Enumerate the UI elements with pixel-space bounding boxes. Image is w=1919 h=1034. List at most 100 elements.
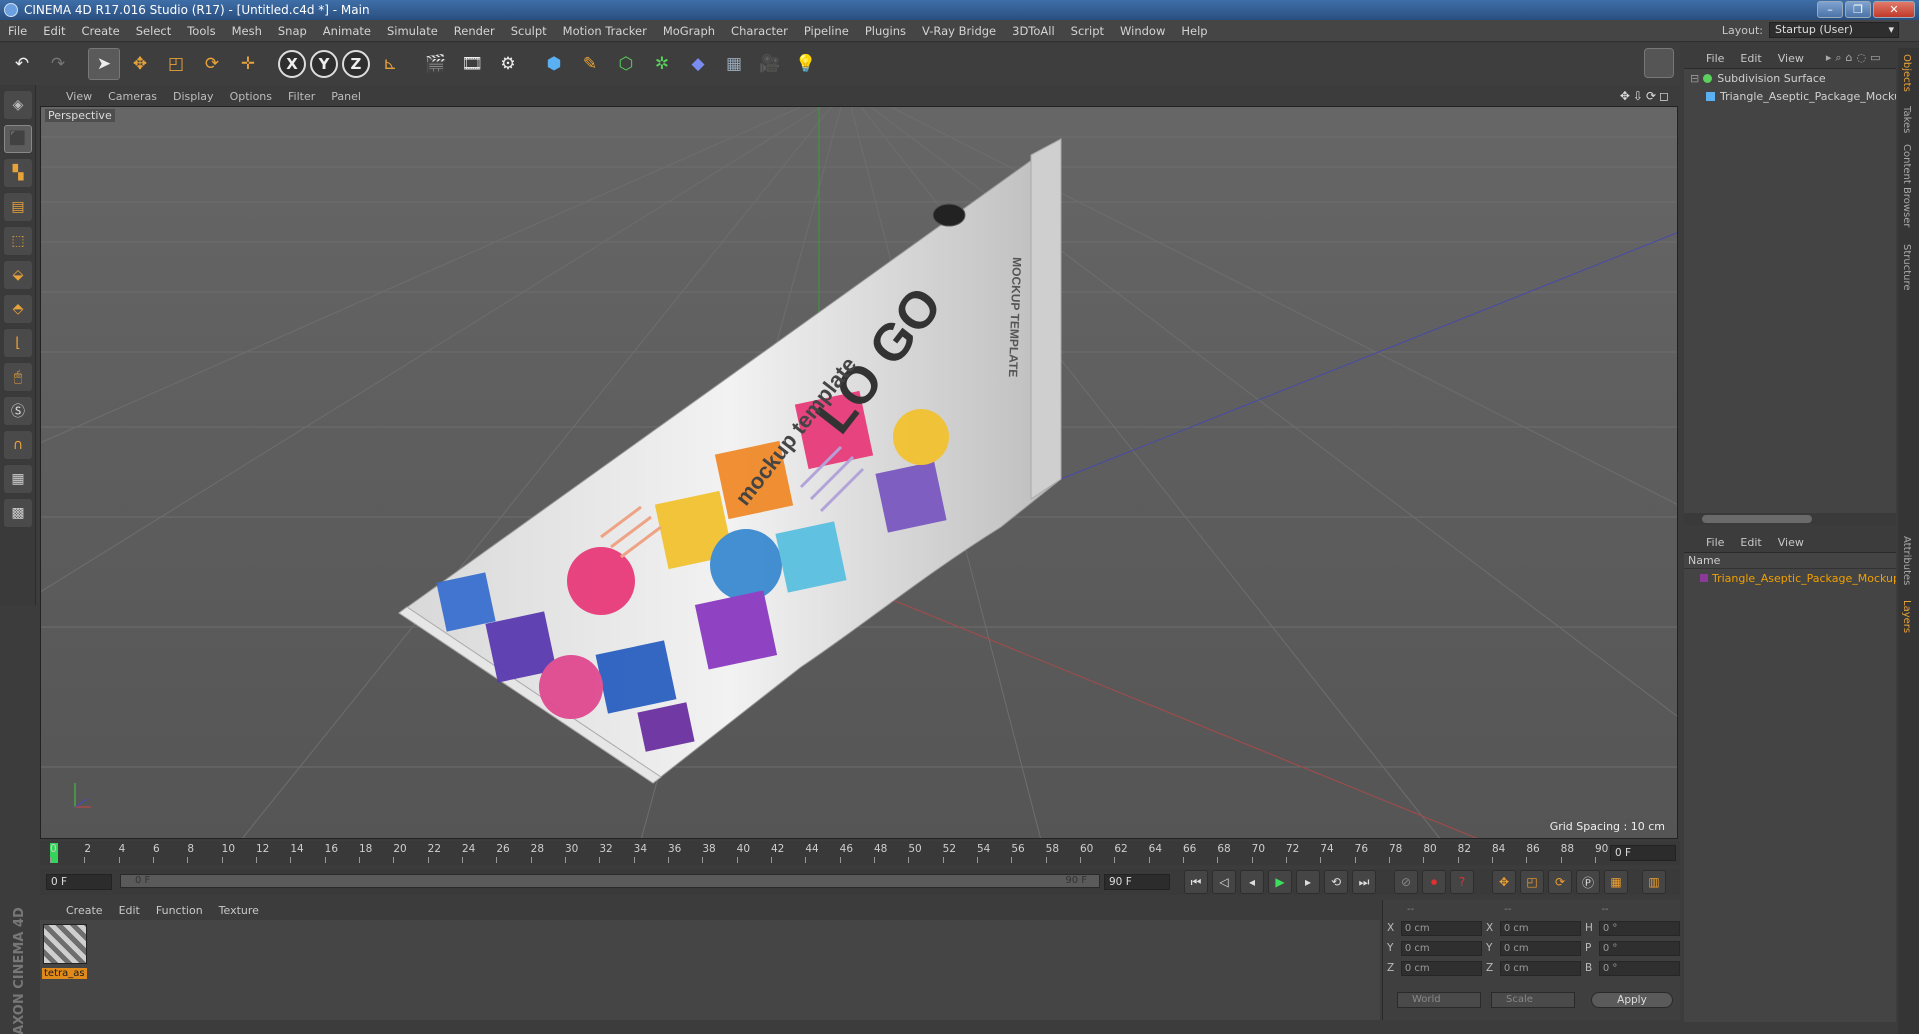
play-icon[interactable]: ▶ (1268, 870, 1292, 894)
render-picture-viewer-icon[interactable]: 🎞 (456, 48, 488, 80)
viewport-menu-display[interactable]: Display (165, 90, 222, 103)
menu-edit[interactable]: Edit (35, 24, 73, 38)
viewport-menu-cameras[interactable]: Cameras (100, 90, 165, 103)
layers-menu-edit[interactable]: Edit (1732, 536, 1769, 549)
key-pla-icon[interactable]: ▦ (1604, 870, 1628, 894)
rot-p-field[interactable]: 0 ° (1598, 940, 1680, 956)
tab-layers[interactable]: Layers (1901, 600, 1912, 633)
menu-render[interactable]: Render (446, 24, 503, 38)
size-y-field[interactable]: 0 cm (1499, 940, 1581, 956)
subdivision-surface-icon[interactable]: ⬡ (610, 48, 642, 80)
menu-select[interactable]: Select (128, 24, 179, 38)
cloner-icon[interactable]: ✲ (646, 48, 678, 80)
menu-3dtoall[interactable]: 3DToAll (1004, 24, 1063, 38)
layer-name-column[interactable]: Name (1684, 553, 1896, 569)
minimize-icon[interactable]: – (1817, 1, 1843, 18)
workplane-mode-icon[interactable]: ▤ (4, 193, 32, 221)
objects-menu-file[interactable]: File (1698, 52, 1732, 65)
material-menu-texture[interactable]: Texture (211, 904, 267, 917)
viewport-navigation-icons[interactable]: ✥⇩⟳◻ (1620, 89, 1672, 103)
key-scale-icon[interactable]: ◰ (1520, 870, 1544, 894)
coordinate-mode-dropdown[interactable]: World (1397, 992, 1481, 1008)
autokey-icon[interactable]: ? (1450, 870, 1474, 894)
axis-mode-icon[interactable]: ⌊ (4, 329, 32, 357)
deformer-icon[interactable]: ◆ (682, 48, 714, 80)
tab-objects[interactable]: Objects (1901, 54, 1912, 92)
pos-y-field[interactable]: 0 cm (1400, 940, 1482, 956)
key-parameter-icon[interactable]: Ⓟ (1576, 870, 1600, 894)
size-x-field[interactable]: 0 cm (1499, 920, 1581, 936)
rot-h-field[interactable]: 0 ° (1598, 920, 1680, 936)
pos-x-field[interactable]: 0 cm (1400, 920, 1482, 936)
spline-pen-icon[interactable]: ✎ (574, 48, 606, 80)
coordinate-type-dropdown[interactable]: Scale (1491, 992, 1575, 1008)
polygons-mode-icon[interactable]: ⬘ (4, 295, 32, 323)
live-selection-icon[interactable]: ➤ (88, 48, 120, 80)
render-view-icon[interactable]: 🎬 (420, 48, 452, 80)
x-axis-lock-button[interactable]: X (278, 50, 306, 78)
pos-z-field[interactable]: 0 cm (1400, 960, 1482, 976)
go-to-end-icon[interactable]: ⏭ (1352, 870, 1376, 894)
camera-icon[interactable]: 🎥 (754, 48, 786, 80)
menu-vray-bridge[interactable]: V-Ray Bridge (914, 24, 1004, 38)
layers-menu-file[interactable]: File (1698, 536, 1732, 549)
menu-motion-tracker[interactable]: Motion Tracker (555, 24, 655, 38)
tab-attributes[interactable]: Attributes (1901, 536, 1912, 585)
model-mode-icon[interactable]: ⬛ (4, 125, 32, 153)
redo-icon[interactable]: ↷ (42, 48, 74, 80)
object-manager-scrollbar[interactable] (1684, 513, 1896, 525)
start-frame-field[interactable]: 0 F (46, 874, 112, 890)
next-frame-icon[interactable]: ▸ (1296, 870, 1320, 894)
size-z-field[interactable]: 0 cm (1499, 960, 1581, 976)
material-menu-function[interactable]: Function (148, 904, 211, 917)
layers-menu-view[interactable]: View (1770, 536, 1812, 549)
z-axis-lock-button[interactable]: Z (342, 50, 370, 78)
object-manager-tool-icons[interactable]: ▸⌕⌂◌▭ (1826, 51, 1885, 65)
previous-frame-icon[interactable]: ◂ (1240, 870, 1264, 894)
rot-b-field[interactable]: 0 ° (1598, 960, 1680, 976)
menu-file[interactable]: File (0, 24, 35, 38)
perspective-viewport[interactable]: LO GO mockup template MOCKUP TEMPLATE Pe… (40, 106, 1678, 839)
grid-lock-icon[interactable]: ▦ (4, 465, 32, 493)
magnet-icon[interactable]: ∩ (4, 431, 32, 459)
menu-window[interactable]: Window (1112, 24, 1173, 38)
viewport-menu-view[interactable]: View (58, 90, 100, 103)
tab-structure[interactable]: Structure (1901, 244, 1912, 291)
layout-select[interactable]: Startup (User) (1769, 22, 1899, 38)
tab-takes[interactable]: Takes (1901, 106, 1912, 133)
y-axis-lock-button[interactable]: Y (310, 50, 338, 78)
grid-snap-icon[interactable]: ▩ (4, 499, 32, 527)
range-slider[interactable]: 0 F 90 F (120, 874, 1100, 888)
recent-tool-icon[interactable]: ✛ (232, 48, 264, 80)
viewport-menu-options[interactable]: Options (222, 90, 280, 103)
object-item-triangle-package[interactable]: Triangle_Aseptic_Package_Mockup (1684, 87, 1896, 105)
snap-icon[interactable]: Ⓢ (4, 397, 32, 425)
move-tool-icon[interactable]: ✥ (124, 48, 156, 80)
layer-item[interactable]: Triangle_Aseptic_Package_Mockup (1684, 569, 1896, 587)
menu-mograph[interactable]: MoGraph (655, 24, 723, 38)
apply-button[interactable]: Apply (1591, 992, 1673, 1008)
render-settings-icon[interactable]: ⚙ (492, 48, 524, 80)
motion-record-icon[interactable]: ⊘ (1394, 870, 1418, 894)
viewport-menu-panel[interactable]: Panel (323, 90, 369, 103)
menu-pipeline[interactable]: Pipeline (796, 24, 857, 38)
key-position-icon[interactable]: ✥ (1492, 870, 1516, 894)
material-menu-edit[interactable]: Edit (111, 904, 148, 917)
timeline-window-icon[interactable]: ▥ (1642, 870, 1666, 894)
floor-icon[interactable]: ▦ (718, 48, 750, 80)
make-editable-icon[interactable]: ◈ (4, 91, 32, 119)
go-to-start-icon[interactable]: ⏮ (1184, 870, 1208, 894)
menu-script[interactable]: Script (1063, 24, 1112, 38)
end-frame-field[interactable]: 90 F (1104, 874, 1170, 890)
rotate-tool-icon[interactable]: ⟳ (196, 48, 228, 80)
material-name[interactable]: tetra_as (42, 968, 87, 979)
menu-snap[interactable]: Snap (270, 24, 315, 38)
record-keys-icon[interactable]: ⏺ (1422, 870, 1446, 894)
texture-mode-icon[interactable]: ▚ (4, 159, 32, 187)
light-icon[interactable]: 💡 (790, 48, 822, 80)
viewport-menu-filter[interactable]: Filter (280, 90, 323, 103)
current-frame-field[interactable]: 0 F (1610, 845, 1676, 861)
timeline-ruler[interactable]: 0 2 4 6 8 10 12 14 16 18 20 22 24 26 28 30 32 34 36 38 40 42 4… (40, 841, 1680, 865)
python-script-icon[interactable] (1644, 48, 1674, 78)
cube-primitive-icon[interactable]: ⬢ (538, 48, 570, 80)
